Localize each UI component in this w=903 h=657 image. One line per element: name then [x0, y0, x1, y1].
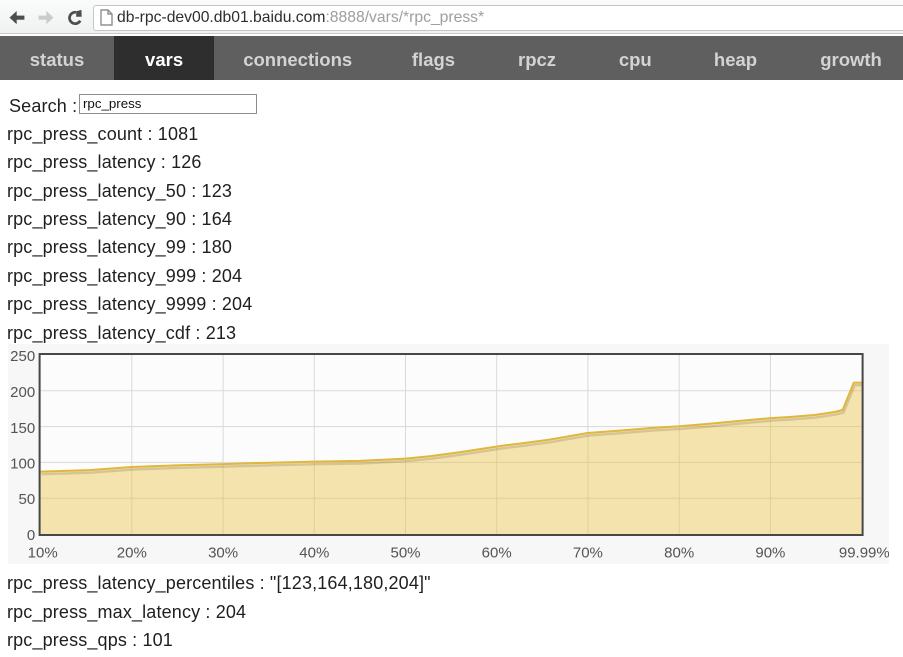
svg-text:70%: 70%	[573, 544, 603, 561]
svg-text:30%: 30%	[208, 544, 238, 561]
svg-text:80%: 80%	[664, 544, 694, 561]
svg-text:40%: 40%	[299, 544, 329, 561]
svg-text:200: 200	[10, 384, 35, 401]
svg-text:20%: 20%	[117, 544, 147, 561]
svg-text:60%: 60%	[482, 544, 512, 561]
svg-text:50%: 50%	[390, 544, 420, 561]
svg-text:150: 150	[10, 420, 35, 437]
svg-text:250: 250	[10, 348, 35, 365]
svg-text:100: 100	[10, 456, 35, 473]
svg-text:0: 0	[27, 527, 35, 544]
svg-text:50: 50	[19, 491, 36, 508]
svg-text:99.99%: 99.99%	[839, 544, 889, 561]
svg-text:90%: 90%	[755, 544, 785, 561]
svg-text:10%: 10%	[28, 544, 58, 561]
